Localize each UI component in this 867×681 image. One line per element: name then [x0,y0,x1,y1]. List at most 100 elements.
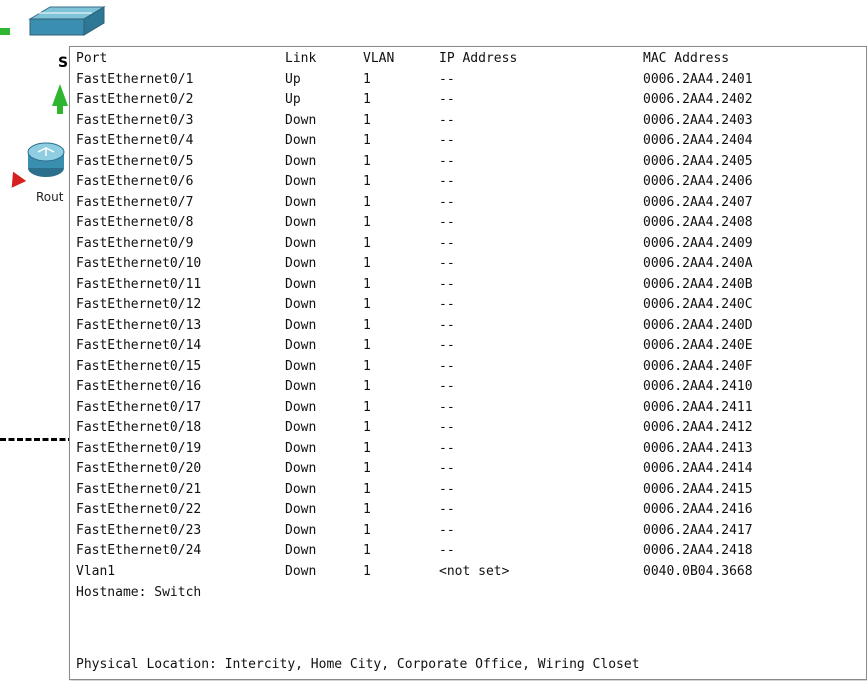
cell-ip-address: -- [439,358,455,374]
table-row: FastEthernet0/1 Up 1 -- 0006.2AA4.2401 [76,70,843,91]
cell-vlan: 1 [363,440,371,456]
cell-port: FastEthernet0/15 [76,358,202,374]
cell-ip-address: -- [439,92,455,107]
cell-link: Down [285,297,317,312]
table-row: FastEthernet0/3 Down 1 -- 0006.2AA4.2403 [76,111,843,132]
cell-vlan: 1 [363,399,371,415]
table-row: FastEthernet0/20 Down 1 -- 0006.2AA4.2414 [76,459,843,480]
cell-port: FastEthernet0/16 [76,379,202,394]
header-ip-address: IP Address [439,51,518,66]
cell-ip-address: -- [439,71,455,87]
cell-link: Down [285,502,317,517]
cell-ip-address: -- [439,133,455,148]
router-icon[interactable] [26,138,66,182]
cell-vlan: 1 [363,297,371,312]
router-label: Rout [36,190,64,204]
cell-port: FastEthernet0/1 [76,71,194,87]
cell-mac-address: 0006.2AA4.2412 [643,420,753,435]
cell-vlan: 1 [363,256,371,271]
cell-port: FastEthernet0/23 [76,522,202,538]
cell-vlan: 1 [363,174,371,189]
cell-mac-address: 0006.2AA4.2410 [643,379,753,394]
cell-vlan: 1 [363,461,371,476]
cell-mac-address: 0006.2AA4.2411 [643,399,753,415]
cell-mac-address: 0006.2AA4.240D [643,317,753,333]
table-row: FastEthernet0/22 Down 1 -- 0006.2AA4.2416 [76,500,843,521]
cell-mac-address: 0006.2AA4.2401 [643,71,753,87]
cell-port: FastEthernet0/17 [76,399,202,415]
table-row: FastEthernet0/6 Down 1 -- 0006.2AA4.2406 [76,172,843,193]
cell-ip-address: -- [439,317,455,333]
cell-vlan: 1 [363,358,371,374]
cell-ip-address: -- [439,235,455,251]
table-row: Vlan1 Down 1 <not set> 0040.0B04.3668 [76,562,843,583]
cell-vlan: 1 [363,502,371,517]
device-info-tooltip: Port Link VLAN IP Address MAC Address Fa… [69,46,867,680]
cell-vlan: 1 [363,317,371,333]
table-row: FastEthernet0/15 Down 1 -- 0006.2AA4.240F [76,357,843,378]
cell-port: FastEthernet0/22 [76,502,202,517]
cell-vlan: 1 [363,153,371,169]
cell-mac-address: 0006.2AA4.2418 [643,543,753,558]
cell-vlan: 1 [363,112,371,128]
cell-mac-address: 0006.2AA4.2413 [643,440,753,456]
table-row: FastEthernet0/23 Down 1 -- 0006.2AA4.2417 [76,521,843,542]
dashed-connection [0,438,74,441]
header-port: Port [76,51,108,66]
cell-mac-address: 0006.2AA4.240F [643,358,753,374]
table-row: FastEthernet0/16 Down 1 -- 0006.2AA4.2410 [76,377,843,398]
cell-link: Down [285,235,317,251]
cell-link: Down [285,317,317,333]
cell-link: Down [285,563,317,579]
cell-link: Up [285,92,301,107]
cell-mac-address: 0006.2AA4.240A [643,256,753,271]
cell-vlan: 1 [363,92,371,107]
cell-ip-address: -- [439,440,455,456]
cell-vlan: 1 [363,71,371,87]
cell-port: Vlan1 [76,563,116,579]
cell-link: Down [285,399,317,415]
cell-port: FastEthernet0/24 [76,543,202,558]
table-row: FastEthernet0/21 Down 1 -- 0006.2AA4.2415 [76,480,843,501]
cell-mac-address: 0006.2AA4.240B [643,276,753,292]
cell-vlan: 1 [363,543,371,558]
cell-vlan: 1 [363,133,371,148]
table-row: FastEthernet0/13 Down 1 -- 0006.2AA4.240D [76,316,843,337]
table-row: FastEthernet0/7 Down 1 -- 0006.2AA4.2407 [76,193,843,214]
cell-link: Down [285,440,317,456]
cell-port: FastEthernet0/8 [76,215,194,230]
cell-ip-address: -- [439,256,455,271]
switch-icon[interactable] [26,5,106,41]
cell-ip-address: -- [439,174,455,189]
table-row: FastEthernet0/14 Down 1 -- 0006.2AA4.240E [76,336,843,357]
cell-mac-address: 0006.2AA4.2415 [643,481,753,497]
cell-vlan: 1 [363,215,371,230]
cell-mac-address: 0006.2AA4.2408 [643,215,753,230]
table-row: FastEthernet0/9 Down 1 -- 0006.2AA4.2409 [76,234,843,255]
cell-link: Down [285,522,317,538]
cell-ip-address: -- [439,276,455,292]
cell-mac-address: 0006.2AA4.2409 [643,235,753,251]
cell-port: FastEthernet0/13 [76,317,202,333]
cell-link: Down [285,112,317,128]
cell-mac-address: 0006.2AA4.2416 [643,502,753,517]
switch-label: S [58,55,69,71]
cell-ip-address: -- [439,153,455,169]
hostname-text: Hostname: Switch [76,585,202,600]
table-row: FastEthernet0/18 Down 1 -- 0006.2AA4.2412 [76,418,843,439]
cell-port: FastEthernet0/2 [76,92,194,107]
cell-vlan: 1 [363,481,371,497]
header-vlan: VLAN [363,51,395,66]
table-row: FastEthernet0/24 Down 1 -- 0006.2AA4.2418 [76,541,843,562]
link-up-segment [57,100,63,114]
cell-link: Down [285,153,317,169]
cell-ip-address: -- [439,215,455,230]
cell-link: Down [285,358,317,374]
cell-link: Down [285,215,317,230]
cell-mac-address: 0006.2AA4.2402 [643,92,753,107]
cell-mac-address: 0040.0B04.3668 [643,563,753,579]
cell-ip-address: -- [439,543,455,558]
cell-port: FastEthernet0/20 [76,461,202,476]
cell-port: FastEthernet0/21 [76,481,202,497]
cell-ip-address: -- [439,522,455,538]
